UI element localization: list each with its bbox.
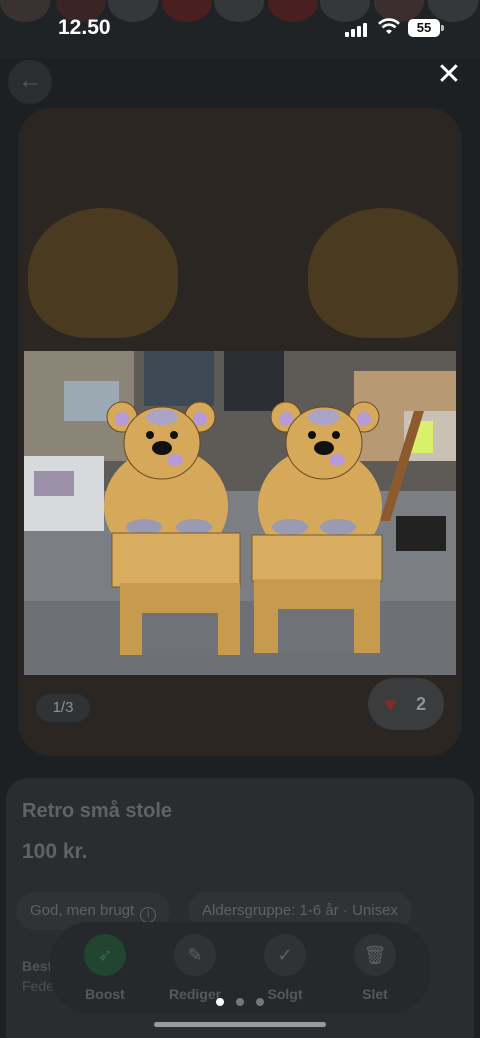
page-dot-3[interactable] <box>256 998 264 1006</box>
status-bar: 12.50 55 <box>0 0 480 58</box>
rocket-icon: ➶ <box>84 934 126 976</box>
listing-title: Retro små stole <box>22 800 173 822</box>
pencil-icon: ✎ <box>174 934 216 976</box>
heart-icon: ♥ <box>384 692 398 717</box>
delete-label: Slet <box>362 986 388 1002</box>
listing-photo[interactable] <box>24 351 456 675</box>
listing-price: 100 kr. <box>22 840 88 863</box>
battery-tip <box>441 25 444 31</box>
bear-shape-left <box>28 208 178 338</box>
arrow-left-icon: ← <box>18 67 42 94</box>
signal-icon <box>345 21 371 37</box>
detail-value: Fede <box>22 978 54 994</box>
like-count: 2 <box>416 694 427 714</box>
like-button[interactable]: ♥ 2 <box>368 678 444 730</box>
chairs-photo-illustration <box>24 351 456 675</box>
close-icon: ✕ <box>436 58 462 91</box>
age-group-label: Aldersgruppe: 1-6 år · Unisex <box>202 902 398 919</box>
page-dot-2[interactable] <box>236 998 244 1006</box>
page-dot-1[interactable] <box>216 998 224 1006</box>
trash-icon: 🗑 <box>354 934 396 976</box>
home-indicator <box>154 1022 326 1027</box>
condition-label: God, men brugt <box>30 902 135 919</box>
boost-label: Boost <box>85 986 125 1002</box>
edit-button[interactable]: ✎ Rediger <box>160 934 230 1002</box>
status-time: 12.50 <box>58 16 111 39</box>
close-button[interactable]: ✕ <box>432 58 466 92</box>
wifi-icon <box>378 18 400 34</box>
image-counter: 1/3 <box>36 694 90 722</box>
sold-button[interactable]: ✓ Solgt <box>250 934 320 1002</box>
page-indicator <box>214 998 274 1008</box>
detail-label: Best <box>22 958 53 974</box>
bear-shape-right <box>308 208 458 338</box>
back-button[interactable]: ← <box>8 60 52 104</box>
battery-icon: 55 <box>408 19 440 37</box>
info-icon: i <box>140 907 157 923</box>
delete-button[interactable]: 🗑 Slet <box>340 934 410 1002</box>
check-icon: ✓ <box>264 934 306 976</box>
boost-button[interactable]: ➶ Boost <box>70 934 140 1002</box>
